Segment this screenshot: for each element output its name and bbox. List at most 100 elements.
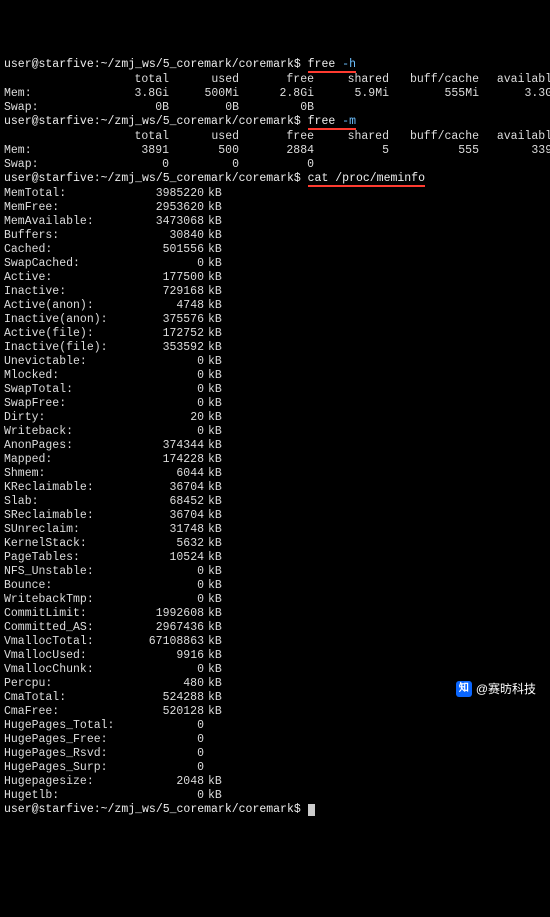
meminfo-unit: kB [204,299,222,312]
meminfo-key: Active(file): [4,327,124,341]
command-flag: -h [342,58,356,71]
meminfo-key: Dirty: [4,411,124,425]
meminfo-row: MemAvailable:3473068kB [4,215,546,229]
meminfo-value: 6044 [124,467,204,481]
meminfo-unit: kB [204,663,222,676]
meminfo-key: Inactive(file): [4,341,124,355]
meminfo-key: Cached: [4,243,124,257]
meminfo-unit: kB [204,523,222,536]
column-header: available [479,73,550,87]
meminfo-key: SwapCached: [4,257,124,271]
meminfo-row: Hugetlb:0kB [4,789,546,803]
meminfo-unit: kB [204,397,222,410]
meminfo-row: Shmem:6044kB [4,467,546,481]
meminfo-unit: kB [204,467,222,480]
meminfo-key: Inactive(anon): [4,313,124,327]
meminfo-key: Active: [4,271,124,285]
column-header: free [239,73,314,87]
meminfo-unit [204,719,208,732]
meminfo-unit: kB [204,579,222,592]
meminfo-value: 0 [124,663,204,677]
meminfo-row: SReclaimable:36704kB [4,509,546,523]
meminfo-value: 0 [124,383,204,397]
meminfo-value: 1992608 [124,607,204,621]
meminfo-unit: kB [204,215,222,228]
meminfo-key: HugePages_Free: [4,733,124,747]
meminfo-unit: kB [204,201,222,214]
meminfo-value: 0 [124,355,204,369]
meminfo-row: Unevictable:0kB [4,355,546,369]
meminfo-key: WritebackTmp: [4,593,124,607]
meminfo-value: 0 [124,761,204,775]
meminfo-key: CmaTotal: [4,691,124,705]
meminfo-key: Committed_AS: [4,621,124,635]
meminfo-row: AnonPages:374344kB [4,439,546,453]
meminfo-unit: kB [204,285,222,298]
cell-value: 3891 [59,144,169,158]
meminfo-key: Buffers: [4,229,124,243]
zhihu-icon: 知 [456,681,472,697]
meminfo-key: Bounce: [4,579,124,593]
meminfo-value: 520128 [124,705,204,719]
cell-value: 555 [389,144,479,158]
meminfo-value: 353592 [124,341,204,355]
meminfo-row: SwapFree:0kB [4,397,546,411]
cell-value: 0 [169,158,239,172]
meminfo-unit: kB [204,271,222,284]
meminfo-unit: kB [204,369,222,382]
meminfo-value: 2048 [124,775,204,789]
meminfo-value: 31748 [124,523,204,537]
meminfo-key: HugePages_Surp: [4,761,124,775]
cell-value: 5 [314,144,389,158]
meminfo-value: 2967436 [124,621,204,635]
meminfo-row: PageTables:10524kB [4,551,546,565]
row-label: Swap: [4,101,59,115]
cell-value: 2884 [239,144,314,158]
meminfo-key: Hugetlb: [4,789,124,803]
meminfo-unit: kB [204,453,222,466]
meminfo-value: 68452 [124,495,204,509]
meminfo-unit: kB [204,691,222,704]
meminfo-unit: kB [204,537,222,550]
meminfo-unit [204,761,208,774]
meminfo-value: 480 [124,677,204,691]
meminfo-key: KReclaimable: [4,481,124,495]
meminfo-value: 0 [124,789,204,803]
meminfo-row: VmallocTotal:67108863kB [4,635,546,649]
column-header: shared [314,130,389,144]
meminfo-value: 0 [124,719,204,733]
meminfo-key: Slab: [4,495,124,509]
column-header: available [479,130,550,144]
command-text: free [308,115,336,128]
meminfo-row: SUnreclaim:31748kB [4,523,546,537]
meminfo-value: 0 [124,425,204,439]
meminfo-key: Mlocked: [4,369,124,383]
meminfo-key: SUnreclaim: [4,523,124,537]
command-text: cat /proc/meminfo [308,172,425,185]
meminfo-key: VmallocChunk: [4,663,124,677]
meminfo-row: Buffers:30840kB [4,229,546,243]
meminfo-unit: kB [204,593,222,606]
cell-value: 0B [59,101,169,115]
meminfo-key: SwapFree: [4,397,124,411]
shell-prompt: user@starfive:~/zmj_ws/5_coremark/corema… [4,172,301,185]
shell-prompt: user@starfive:~/zmj_ws/5_coremark/corema… [4,58,301,71]
meminfo-value: 375576 [124,313,204,327]
meminfo-value: 5632 [124,537,204,551]
cell-value: 500Mi [169,87,239,101]
watermark: 知 @赛昉科技 [456,681,536,697]
cursor-icon[interactable] [308,804,315,816]
meminfo-row: MemFree:2953620kB [4,201,546,215]
meminfo-unit: kB [204,229,222,242]
column-header: used [169,130,239,144]
meminfo-row: Hugepagesize:2048kB [4,775,546,789]
shell-prompt[interactable]: user@starfive:~/zmj_ws/5_coremark/corema… [4,803,301,816]
meminfo-row: HugePages_Surp:0 [4,761,546,775]
cell-value: 3.3Gi [479,87,550,101]
meminfo-value: 3985220 [124,187,204,201]
meminfo-unit [204,733,208,746]
meminfo-value: 10524 [124,551,204,565]
meminfo-row: Cached:501556kB [4,243,546,257]
meminfo-unit: kB [204,341,222,354]
column-header: free [239,130,314,144]
